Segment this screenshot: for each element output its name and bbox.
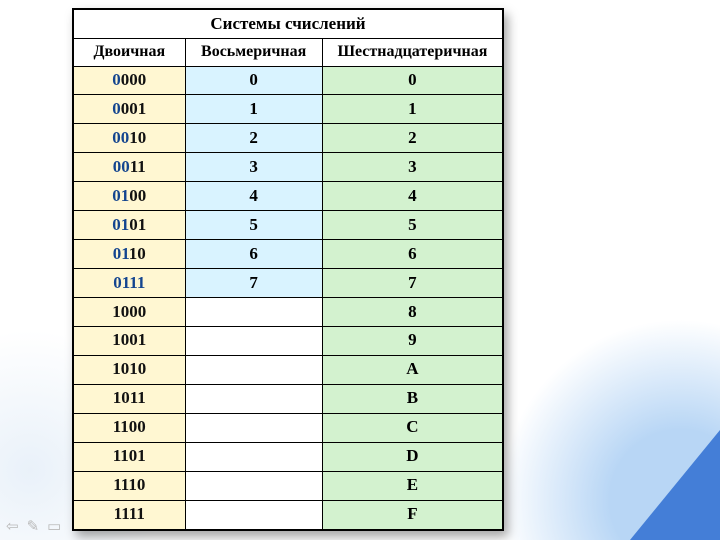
binary-leading: 00 [113, 157, 130, 176]
binary-leading: 00 [112, 128, 129, 147]
slide-toolbar: ⇦ ✎ ▭ [6, 519, 61, 534]
cell-hex: A [322, 355, 502, 384]
cell-octal [185, 326, 322, 355]
cell-octal [185, 500, 322, 529]
cell-octal: 0 [185, 66, 322, 95]
table-row: 0111 77 [74, 269, 503, 298]
cell-hex: 1 [322, 95, 502, 124]
numeral-systems-card: Системы счислений Двоичная Восьмеричная … [72, 8, 504, 531]
binary-leading: 01 [113, 244, 129, 263]
cell-hex: 3 [322, 153, 502, 182]
col-octal: Восьмеричная [185, 38, 322, 66]
view-icon[interactable]: ▭ [47, 519, 61, 534]
cell-octal: 4 [185, 182, 322, 211]
table-row: 001133 [74, 153, 503, 182]
cell-hex: D [322, 442, 502, 471]
cell-binary: 1010 [74, 355, 186, 384]
binary-leading: 01 [112, 215, 129, 234]
col-binary: Двоичная [74, 38, 186, 66]
cell-binary: 1011 [74, 384, 186, 413]
col-hex: Шестнадцатеричная [322, 38, 502, 66]
cell-octal: 7 [185, 269, 322, 298]
binary-trailing: 000 [121, 70, 147, 89]
cell-hex: E [322, 471, 502, 500]
cell-binary: 0001 [74, 95, 186, 124]
table-row: 000000 [74, 66, 503, 95]
table-row: 011066 [74, 240, 503, 269]
cell-binary: 0011 [74, 153, 186, 182]
cell-binary: 1110 [74, 471, 186, 500]
cell-binary: 0111 [74, 269, 186, 298]
cell-binary: 1111 [74, 500, 186, 529]
table-title: Системы счислений [74, 10, 503, 39]
cell-hex: 4 [322, 182, 502, 211]
cell-binary: 1000 [74, 298, 186, 327]
cell-hex: 7 [322, 269, 502, 298]
cell-octal: 1 [185, 95, 322, 124]
binary-trailing: 1101 [113, 446, 146, 465]
table-row: 000111 [74, 95, 503, 124]
binary-trailing: 1110 [113, 475, 145, 494]
back-icon[interactable]: ⇦ [6, 519, 19, 534]
cell-hex: 8 [322, 298, 502, 327]
binary-trailing: 1011 [113, 388, 146, 407]
cell-binary: 0010 [74, 124, 186, 153]
cell-hex: 5 [322, 211, 502, 240]
cell-binary: 1100 [74, 413, 186, 442]
binary-trailing: 1000 [112, 302, 146, 321]
binary-trailing: 11 [130, 157, 146, 176]
cell-hex: 6 [322, 240, 502, 269]
table-row: 1011 B [74, 384, 503, 413]
cell-octal: 5 [185, 211, 322, 240]
numeral-systems-table: Системы счислений Двоичная Восьмеричная … [73, 9, 503, 530]
table-row: 1001 9 [74, 326, 503, 355]
table-row: 1101 D [74, 442, 503, 471]
cell-octal [185, 413, 322, 442]
cell-octal [185, 298, 322, 327]
binary-trailing: 1100 [113, 417, 146, 436]
cell-hex: 0 [322, 66, 502, 95]
cell-binary: 1001 [74, 326, 186, 355]
cell-octal: 6 [185, 240, 322, 269]
table-row: 1111 F [74, 500, 503, 529]
binary-trailing: 01 [129, 215, 146, 234]
binary-trailing: 1001 [112, 330, 146, 349]
table-row: 010155 [74, 211, 503, 240]
cell-binary: 0000 [74, 66, 186, 95]
cell-binary: 0100 [74, 182, 186, 211]
binary-trailing: 1111 [114, 504, 145, 523]
cell-binary: 0101 [74, 211, 186, 240]
binary-trailing: 1010 [112, 359, 146, 378]
cell-binary: 1101 [74, 442, 186, 471]
cell-hex: B [322, 384, 502, 413]
cell-hex: 2 [322, 124, 502, 153]
cell-octal [185, 471, 322, 500]
table-row: 010044 [74, 182, 503, 211]
table-row: 1100 C [74, 413, 503, 442]
cell-octal: 3 [185, 153, 322, 182]
binary-leading: 01 [112, 186, 129, 205]
cell-octal [185, 355, 322, 384]
edit-icon[interactable]: ✎ [27, 519, 40, 534]
cell-octal [185, 442, 322, 471]
cell-hex: C [322, 413, 502, 442]
cell-octal [185, 384, 322, 413]
binary-leading: 0 [112, 70, 121, 89]
cell-octal: 2 [185, 124, 322, 153]
binary-trailing: 10 [129, 244, 146, 263]
binary-trailing: 00 [129, 186, 146, 205]
table-row: 1010 A [74, 355, 503, 384]
binary-trailing: 10 [129, 128, 146, 147]
corner-accent [630, 430, 720, 540]
binary-leading: 0111 [113, 273, 145, 292]
cell-binary: 0110 [74, 240, 186, 269]
binary-trailing: 001 [121, 99, 147, 118]
table-row: 1000 8 [74, 298, 503, 327]
table-row: 1110 E [74, 471, 503, 500]
cell-hex: 9 [322, 326, 502, 355]
table-row: 001022 [74, 124, 503, 153]
cell-hex: F [322, 500, 502, 529]
binary-leading: 0 [112, 99, 121, 118]
